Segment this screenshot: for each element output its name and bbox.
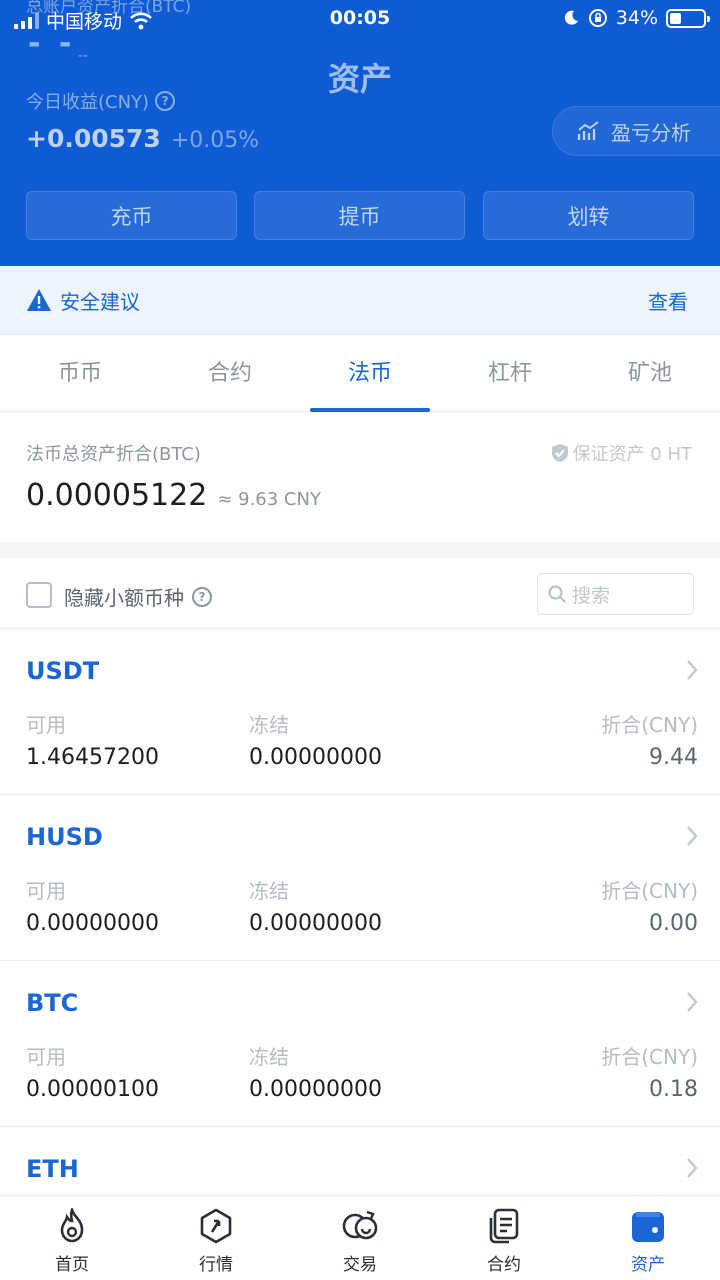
frozen-label: 冻结	[249, 879, 289, 903]
fiat-total-row: 0.00005122 ≈ 9.63 CNY	[26, 478, 321, 513]
trade-icon	[342, 1210, 378, 1240]
hide-small-checkbox[interactable]	[26, 582, 52, 608]
tab-pool[interactable]: 矿池	[580, 336, 720, 411]
worth-value: 9.44	[649, 745, 698, 770]
rotation-lock-icon	[588, 9, 607, 27]
nav-home-label: 首页	[55, 1255, 89, 1275]
asset-row-husd[interactable]: HUSD 可用 冻结 折合(CNY) 0.00000000 0.00000000…	[0, 795, 720, 961]
hide-small-label[interactable]: 隐藏小额币种 ?	[64, 582, 212, 611]
frozen-value: 0.00000000	[249, 745, 382, 770]
nav-assets[interactable]: 资产	[576, 1196, 720, 1280]
nav-assets-label: 资产	[631, 1255, 665, 1275]
section-divider	[0, 542, 720, 558]
search-input[interactable]: 搜索	[537, 573, 694, 615]
today-profit-row: +0.00573 +0.05%	[26, 124, 259, 153]
help-icon[interactable]: ?	[192, 586, 212, 607]
hide-small-text: 隐藏小额币种	[64, 586, 184, 610]
profit-analysis-label: 盈亏分析	[611, 120, 691, 145]
chevron-right-icon	[687, 660, 698, 680]
bottom-nav: 首页 行情 交易 合约 资产	[0, 1195, 720, 1280]
assets-page: 总账户资产折合(BTC) 中国移动 00:05 34% - - -- 资产 今日…	[0, 0, 720, 1280]
nav-trade-label: 交易	[343, 1255, 377, 1275]
worth-label: 折合(CNY)	[601, 1045, 698, 1069]
security-tip-label: 安全建议	[60, 289, 140, 314]
asset-name: HUSD	[26, 823, 103, 851]
warning-icon	[27, 289, 51, 311]
status-bar: 中国移动 00:05 34%	[0, 0, 720, 38]
moon-icon	[564, 10, 578, 25]
battery-icon	[666, 8, 710, 28]
worth-value: 0.18	[649, 1077, 698, 1102]
available-label: 可用	[26, 879, 66, 903]
today-profit-percent: +0.05%	[170, 128, 260, 153]
nav-markets[interactable]: 行情	[144, 1196, 288, 1280]
account-tabs: 币币 合约 法币 杠杆 矿池	[0, 336, 720, 412]
markets-icon	[200, 1208, 232, 1244]
security-tip-view-link[interactable]: 查看	[648, 286, 688, 315]
tab-fiat[interactable]: 法币	[300, 336, 440, 412]
nav-contract-label: 合约	[487, 1255, 521, 1275]
transfer-button[interactable]: 划转	[483, 191, 694, 240]
status-right: 34%	[562, 7, 710, 29]
available-label: 可用	[26, 713, 66, 737]
tab-contract[interactable]: 合约	[160, 336, 300, 411]
worth-value: 0.00	[649, 911, 698, 936]
nav-home[interactable]: 首页	[0, 1196, 144, 1280]
asset-name: ETH	[26, 1155, 79, 1183]
fiat-total-label: 法币总资产折合(BTC)	[26, 444, 201, 465]
asset-row-btc[interactable]: BTC 可用 冻结 折合(CNY) 0.00000100 0.00000000 …	[0, 961, 720, 1127]
assets-header: 总账户资产折合(BTC) 中国移动 00:05 34% - - -- 资产 今日…	[0, 0, 720, 266]
guarantee-assets-text: 保证资产 0 HT	[572, 444, 692, 465]
fiat-total-value: 0.00005122	[26, 478, 208, 513]
fiat-summary: 法币总资产折合(BTC) 保证资产 0 HT 0.00005122 ≈ 9.63…	[0, 412, 720, 542]
today-profit-label-text: 今日收益(CNY)	[26, 92, 150, 113]
search-placeholder: 搜索	[572, 584, 611, 607]
frozen-label: 冻结	[249, 1045, 289, 1069]
help-icon[interactable]: ?	[155, 91, 176, 111]
worth-label: 折合(CNY)	[601, 879, 698, 903]
withdraw-button[interactable]: 提币	[254, 191, 465, 240]
worth-label: 折合(CNY)	[601, 713, 698, 737]
shield-icon	[551, 444, 568, 462]
available-label: 可用	[26, 1045, 66, 1069]
document-icon	[489, 1208, 519, 1244]
chevron-right-icon	[687, 1158, 698, 1178]
guarantee-assets[interactable]: 保证资产 0 HT	[551, 440, 692, 466]
available-value: 1.46457200	[26, 745, 159, 770]
nav-trade[interactable]: 交易	[288, 1196, 432, 1280]
chevron-right-icon	[687, 826, 698, 846]
nav-markets-label: 行情	[199, 1255, 233, 1275]
fiat-total-cny: ≈ 9.63 CNY	[217, 489, 321, 510]
available-value: 0.00000000	[26, 911, 159, 936]
tab-margin[interactable]: 杠杆	[440, 336, 580, 411]
today-profit-value: +0.00573	[26, 124, 161, 153]
asset-name: BTC	[26, 989, 79, 1017]
frozen-value: 0.00000000	[249, 1077, 382, 1102]
asset-row-usdt[interactable]: USDT 可用 冻结 折合(CNY) 1.46457200 0.00000000…	[0, 629, 720, 795]
chart-trend-icon	[577, 121, 599, 140]
battery-percent: 34%	[615, 7, 658, 29]
asset-name: USDT	[26, 657, 100, 685]
frozen-value: 0.00000000	[249, 911, 382, 936]
battery-level	[670, 12, 681, 24]
search-icon	[548, 585, 566, 603]
wallet-icon	[632, 1212, 664, 1242]
flame-icon	[60, 1208, 84, 1243]
today-profit-label: 今日收益(CNY) ?	[26, 88, 176, 114]
security-tip-banner[interactable]: 安全建议 查看	[0, 266, 720, 335]
nav-contract[interactable]: 合约	[432, 1196, 576, 1280]
asset-filter-bar: 隐藏小额币种 ? 搜索	[0, 558, 720, 629]
tab-spot[interactable]: 币币	[0, 336, 160, 411]
available-value: 0.00000100	[26, 1077, 159, 1102]
deposit-button[interactable]: 充币	[26, 191, 237, 240]
profit-analysis-button[interactable]: 盈亏分析	[552, 106, 720, 156]
frozen-label: 冻结	[249, 713, 289, 737]
chevron-right-icon	[687, 992, 698, 1012]
